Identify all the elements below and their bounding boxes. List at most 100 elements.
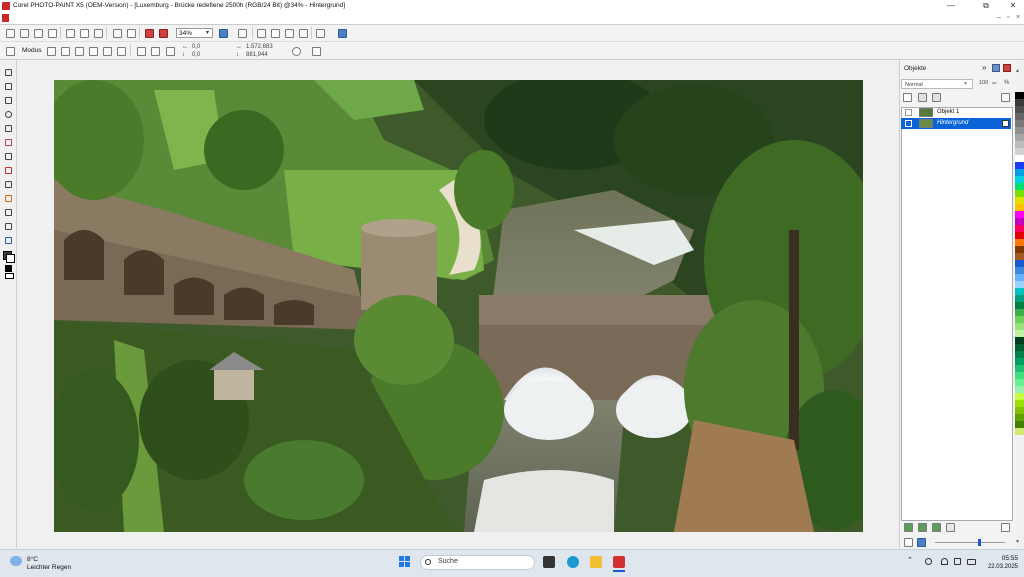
- color-swatch[interactable]: [1015, 281, 1024, 288]
- color-swatch[interactable]: [1015, 407, 1024, 414]
- grid-icon[interactable]: [299, 29, 308, 38]
- mask-lock-icon[interactable]: [932, 93, 941, 102]
- skew-mode-icon[interactable]: [89, 47, 98, 56]
- zoom-fit-icon[interactable]: [219, 29, 228, 38]
- effect-tool-icon[interactable]: [4, 222, 13, 231]
- color-swatch[interactable]: [1015, 176, 1024, 183]
- list-item[interactable]: Hintergrund: [901, 118, 1011, 129]
- color-swatch[interactable]: [1015, 204, 1024, 211]
- color-swatch[interactable]: [1015, 99, 1024, 106]
- redo-icon[interactable]: [127, 29, 136, 38]
- palette-scroll-down[interactable]: ▾: [1016, 538, 1019, 545]
- photo-canvas[interactable]: [54, 80, 863, 532]
- color-swatch[interactable]: [1015, 197, 1024, 204]
- color-swatch[interactable]: [1015, 155, 1024, 162]
- thumbnail-size-icon[interactable]: [917, 538, 926, 547]
- launcher-icon[interactable]: [238, 29, 247, 38]
- clock-date[interactable]: 22.03.2025: [976, 564, 1018, 570]
- visibility-icon[interactable]: [905, 120, 912, 127]
- palette-scroll-up[interactable]: ▴: [1016, 67, 1019, 74]
- color-swatch[interactable]: [1015, 323, 1024, 330]
- position-x-field[interactable]: 0,0: [192, 44, 200, 50]
- color-swatch[interactable]: [1015, 232, 1024, 239]
- new-object-from-mask-icon[interactable]: [918, 523, 927, 532]
- chevron-down-icon[interactable]: ▾: [964, 80, 967, 87]
- fill-color-swatch[interactable]: [5, 265, 12, 272]
- paper-color-swatch[interactable]: [5, 273, 14, 279]
- color-swatch[interactable]: [1015, 372, 1024, 379]
- anchor-icon[interactable]: [166, 47, 175, 56]
- color-swatch[interactable]: [1015, 316, 1024, 323]
- copy-icon[interactable]: [80, 29, 89, 38]
- welcome-screen-icon[interactable]: [338, 29, 347, 38]
- color-swatch[interactable]: [1015, 309, 1024, 316]
- color-swatch[interactable]: [1015, 260, 1024, 267]
- move-icon[interactable]: [904, 538, 913, 547]
- distort-mode-icon[interactable]: [103, 47, 112, 56]
- color-swatch[interactable]: [1015, 127, 1024, 134]
- color-swatch[interactable]: [1015, 351, 1024, 358]
- color-swatch[interactable]: [1015, 148, 1024, 155]
- docker-menu-icon[interactable]: [1001, 93, 1010, 102]
- height-field[interactable]: 881,944: [246, 52, 268, 58]
- combine-objects-icon[interactable]: [932, 523, 941, 532]
- edit-icon[interactable]: [1002, 120, 1009, 127]
- speaker-icon[interactable]: [954, 558, 961, 565]
- weather-icon[interactable]: [10, 556, 22, 566]
- color-swatch[interactable]: [1015, 183, 1024, 190]
- color-swatch[interactable]: [1015, 106, 1024, 113]
- color-swatch[interactable]: [1015, 358, 1024, 365]
- task-view-icon[interactable]: [543, 556, 555, 568]
- docker-collapse-icon[interactable]: »: [982, 63, 986, 72]
- weather-description[interactable]: Leichter Regen: [27, 564, 71, 571]
- color-swatch[interactable]: [1015, 400, 1024, 407]
- opacity-field[interactable]: 100: [979, 80, 988, 86]
- print-icon[interactable]: [48, 29, 57, 38]
- color-swatch[interactable]: [1015, 295, 1024, 302]
- apply-icon[interactable]: [151, 47, 160, 56]
- objects-list[interactable]: [901, 107, 1013, 521]
- cut-icon[interactable]: [66, 29, 75, 38]
- doc-close-button[interactable]: ×: [1016, 12, 1020, 24]
- color-swatch[interactable]: [1015, 141, 1024, 148]
- eraser-tool-icon[interactable]: [4, 138, 13, 147]
- color-swatch[interactable]: [1015, 169, 1024, 176]
- minimize-button[interactable]: —: [940, 0, 962, 12]
- object-icon[interactable]: [271, 29, 280, 38]
- new-object-icon[interactable]: [904, 523, 913, 532]
- color-swatch[interactable]: [1015, 421, 1024, 428]
- photo-paint-taskbar-icon[interactable]: [613, 556, 625, 568]
- close-button[interactable]: ✕: [1002, 0, 1024, 12]
- undo-icon[interactable]: [113, 29, 122, 38]
- background-color-swatch[interactable]: [6, 254, 15, 263]
- color-swatch[interactable]: [1015, 253, 1024, 260]
- list-item[interactable]: Objekt 1: [901, 107, 1011, 118]
- color-swatch[interactable]: [1015, 386, 1024, 393]
- color-swatch[interactable]: [1015, 120, 1024, 127]
- save-icon[interactable]: [34, 29, 43, 38]
- paint-tool-icon[interactable]: [4, 208, 13, 217]
- weather-temperature[interactable]: 8°C: [27, 556, 38, 563]
- color-swatch[interactable]: [1015, 330, 1024, 337]
- open-file-icon[interactable]: [20, 29, 29, 38]
- color-swatch[interactable]: [1015, 218, 1024, 225]
- color-swatch[interactable]: [1015, 211, 1024, 218]
- color-swatch[interactable]: [1015, 337, 1024, 344]
- paste-icon[interactable]: [94, 29, 103, 38]
- color-swatch[interactable]: [1015, 239, 1024, 246]
- doc-restore-button[interactable]: ▫: [1007, 12, 1009, 24]
- object-picker-icon[interactable]: [6, 47, 15, 56]
- color-swatch[interactable]: [1015, 134, 1024, 141]
- lock-ratio-icon[interactable]: [292, 47, 301, 56]
- export-icon[interactable]: [159, 29, 168, 38]
- zoom-tool-icon[interactable]: [4, 110, 13, 119]
- create-clip-icon[interactable]: [946, 523, 955, 532]
- position-mode-icon[interactable]: [47, 47, 56, 56]
- network-status-icon[interactable]: [925, 558, 932, 565]
- document-icon[interactable]: [2, 14, 9, 22]
- docker-close-icon[interactable]: [1003, 64, 1011, 72]
- new-file-icon[interactable]: [6, 29, 15, 38]
- fill-tool-icon[interactable]: [4, 194, 13, 203]
- color-swatch[interactable]: [1015, 274, 1024, 281]
- thumbnail-slider[interactable]: [935, 542, 1005, 543]
